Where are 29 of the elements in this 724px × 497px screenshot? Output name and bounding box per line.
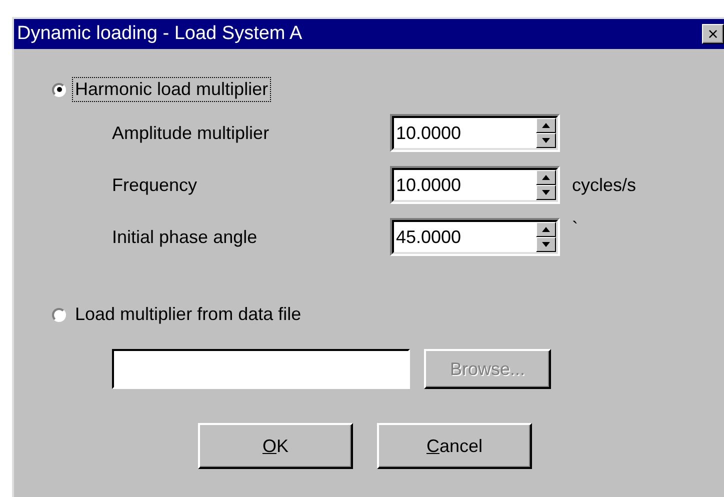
spin-buttons[interactable] <box>536 222 556 252</box>
radio-button[interactable] <box>52 308 66 322</box>
field-label: Initial phase angle <box>112 226 258 248</box>
spin-buttons[interactable] <box>536 118 556 148</box>
field-value: 10.0000 <box>396 174 462 196</box>
field-label: Amplitude multiplier <box>112 122 270 144</box>
field-label: Frequency <box>112 174 198 196</box>
file-path-field[interactable] <box>112 349 410 389</box>
up-arrow-icon <box>542 123 550 128</box>
unit-label: cycles/s <box>571 174 638 196</box>
cancel-button[interactable]: Cancel <box>377 423 532 469</box>
down-arrow-icon <box>542 138 550 143</box>
radio-label[interactable]: Load multiplier from data file <box>72 302 304 327</box>
down-arrow-icon <box>542 190 550 195</box>
radio-label[interactable]: Harmonic load multiplier <box>72 77 272 102</box>
window-title: Dynamic loading - Load System A <box>17 23 302 45</box>
up-arrow-icon <box>542 175 550 180</box>
ok-button[interactable]: OK <box>198 423 353 469</box>
number-spin-field[interactable]: 45.0000 <box>390 218 560 256</box>
spin-buttons[interactable] <box>536 170 556 200</box>
up-arrow-icon <box>542 227 550 232</box>
down-arrow-icon <box>542 242 550 247</box>
close-button[interactable]: × <box>702 24 724 44</box>
radio-button[interactable] <box>52 82 66 96</box>
field-value: 10.0000 <box>396 122 462 144</box>
field-value: 45.0000 <box>396 226 462 248</box>
number-spin-field[interactable]: 10.0000 <box>390 114 560 152</box>
unit-label: ` <box>571 218 579 239</box>
number-spin-field[interactable]: 10.0000 <box>390 166 560 204</box>
